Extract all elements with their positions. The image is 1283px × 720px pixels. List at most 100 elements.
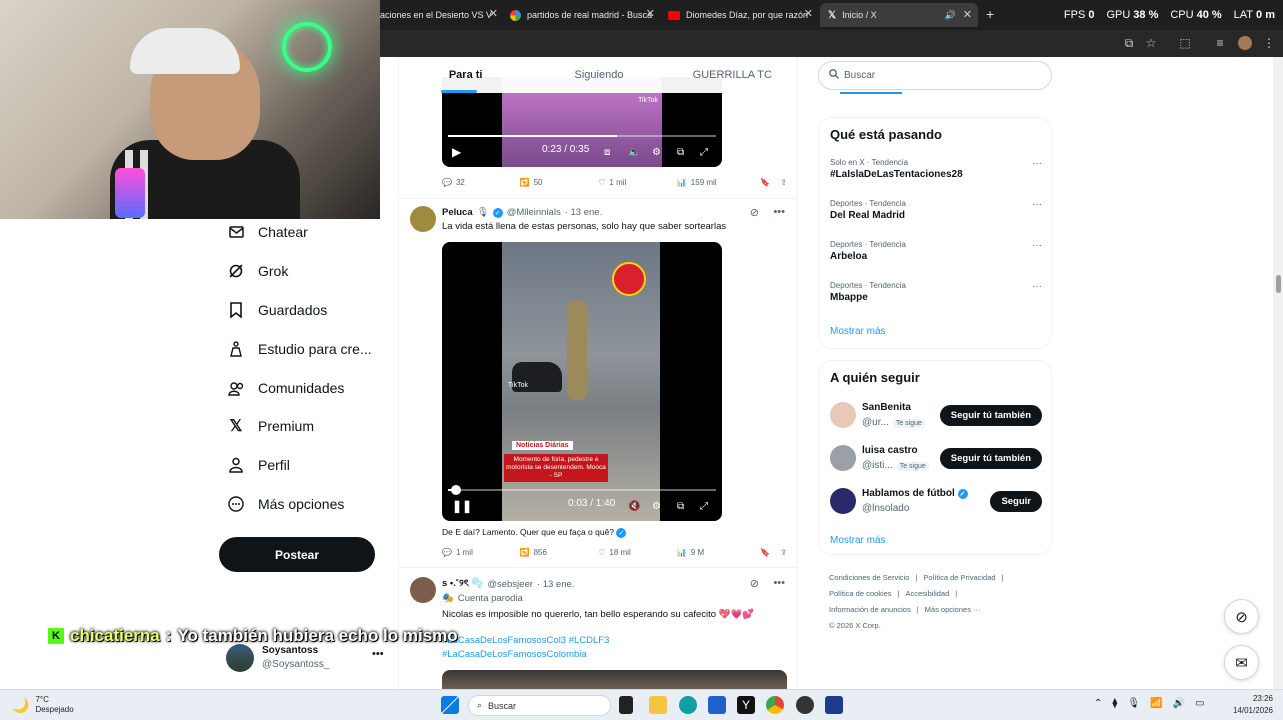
- nav-item-chat[interactable]: Chatear: [228, 224, 308, 240]
- fullscreen-icon[interactable]: ⤢: [700, 147, 708, 158]
- bookmark-button[interactable]: 🔖: [760, 178, 780, 187]
- nav-item-premium[interactable]: 𝕏 Premium: [228, 418, 314, 435]
- avatar[interactable]: [410, 206, 436, 232]
- reading-list-icon[interactable]: ≡: [1213, 36, 1227, 50]
- more-icon[interactable]: ···: [1032, 281, 1042, 292]
- app-icon[interactable]: [825, 696, 843, 714]
- author-name[interactable]: Peluca: [442, 207, 473, 218]
- author-handle[interactable]: @sebsjeer: [487, 579, 533, 590]
- share-button[interactable]: ⇪: [780, 548, 787, 557]
- app-y-icon[interactable]: Y: [737, 696, 755, 714]
- show-more-link[interactable]: Mostrar más: [830, 535, 886, 546]
- tab-island[interactable]: aciones en el Desierto VS V ✕: [380, 6, 498, 24]
- mute-icon[interactable]: 🔇: [628, 501, 640, 512]
- follow-button[interactable]: Seguir: [990, 491, 1042, 512]
- account-switcher[interactable]: Soysantoss @Soysantoss_ •••: [226, 644, 386, 674]
- volume-icon[interactable]: 🔈: [628, 147, 640, 158]
- settings-icon[interactable]: ⚙: [652, 147, 661, 158]
- captions-icon[interactable]: ⧈: [604, 147, 610, 158]
- messages-fab[interactable]: ✉: [1224, 645, 1259, 680]
- taskbar-clock[interactable]: 23:26 14/01/2026: [1233, 693, 1273, 717]
- trend-item[interactable]: Deportes · Tendencia Arbeloa ···: [830, 240, 1042, 262]
- reply-button[interactable]: 💬 1 mil: [442, 548, 520, 557]
- windows-start-icon[interactable]: [441, 696, 459, 714]
- tab-guerrilla-tc[interactable]: GUERRILLA TC: [666, 57, 797, 93]
- share-button[interactable]: ⇪: [780, 178, 787, 187]
- more-icon[interactable]: ···: [1032, 240, 1042, 251]
- follow-button[interactable]: Seguir tú también: [939, 448, 1042, 469]
- settings-icon[interactable]: ⚙: [652, 501, 661, 512]
- more-icon[interactable]: •••: [773, 577, 785, 589]
- close-icon[interactable]: ✕: [646, 7, 655, 20]
- more-icon[interactable]: •••: [773, 206, 785, 218]
- trend-item[interactable]: Deportes · Tendencia Mbappe ···: [830, 281, 1042, 303]
- pause-icon[interactable]: ❚❚: [452, 499, 472, 513]
- follow-button[interactable]: Seguir tú también: [939, 405, 1042, 426]
- like-button[interactable]: ♡ 1 mil: [598, 178, 677, 187]
- tab-google[interactable]: partidos de real madrid - Busca ✕: [510, 6, 655, 24]
- footer-link[interactable]: Política de Privacidad: [923, 573, 995, 582]
- scrollbar-thumb[interactable]: [1276, 275, 1281, 293]
- bookmark-button[interactable]: 🔖: [760, 548, 780, 557]
- footer-link[interactable]: Condiciones de Servicio: [829, 573, 909, 582]
- close-icon[interactable]: ✕: [804, 7, 813, 20]
- hashtags[interactable]: #LaCasaDeLosFamososColombia: [442, 649, 587, 660]
- play-icon[interactable]: ▶: [452, 145, 461, 159]
- close-icon[interactable]: ✕: [963, 8, 972, 21]
- retweet-button[interactable]: 🔁 856: [520, 548, 599, 557]
- caption-link[interactable]: E daí? Lamento. Quer que eu faça o quê?: [455, 527, 614, 537]
- taskbar-search[interactable]: ⌕ Buscar: [468, 695, 611, 716]
- file-explorer-icon[interactable]: [649, 696, 667, 714]
- views-button[interactable]: 📊 9 M: [677, 548, 761, 557]
- follow-suggestion[interactable]: luisa castro @isti... Te sigue Seguir tú …: [830, 444, 1042, 474]
- post-button[interactable]: Postear: [219, 537, 375, 572]
- author-name[interactable]: s •.˚୨ৎ 🫧: [442, 577, 483, 592]
- profile-avatar[interactable]: [1238, 36, 1252, 50]
- star-icon[interactable]: ☆: [1144, 36, 1158, 50]
- store-icon[interactable]: [708, 696, 726, 714]
- nav-item-more[interactable]: Más opciones: [228, 496, 344, 512]
- tab-youtube[interactable]: Diomedes Díaz, por que razón ✕: [668, 6, 813, 24]
- nav-item-bookmarks[interactable]: Guardados: [228, 302, 327, 318]
- footer-link[interactable]: Accesibilidad: [906, 589, 950, 598]
- cast-icon[interactable]: ⧉: [1122, 36, 1136, 50]
- follow-suggestion[interactable]: Hablamos de fútbol ✓ @lnsolado Seguir: [830, 487, 1042, 517]
- fullscreen-icon[interactable]: ⤢: [700, 501, 708, 512]
- views-button[interactable]: 📊 159 mil: [677, 178, 761, 187]
- avatar[interactable]: [410, 577, 436, 603]
- tweet-video[interactable]: TikTok Notícias Diárias Momento de fúria…: [442, 242, 722, 521]
- retweet-button[interactable]: 🔁 50: [520, 178, 599, 187]
- tab-following[interactable]: Siguiendo: [532, 57, 665, 93]
- nav-item-communities[interactable]: Comunidades: [228, 380, 344, 396]
- tab-for-you[interactable]: Para ti: [399, 57, 532, 93]
- footer-link[interactable]: Información de anuncios: [829, 605, 911, 614]
- reply-button[interactable]: 💬 32: [442, 178, 520, 187]
- author-handle[interactable]: @Mlleinnials: [507, 207, 561, 218]
- more-icon[interactable]: ···: [1032, 199, 1042, 210]
- tweet-image[interactable]: [442, 670, 787, 689]
- close-icon[interactable]: ✕: [489, 7, 498, 20]
- obs-icon[interactable]: [796, 696, 814, 714]
- edge-icon[interactable]: [679, 696, 697, 714]
- search-box[interactable]: Buscar: [818, 61, 1052, 90]
- system-tray[interactable]: ⌃ ⧫ 🎙 📶 🔊 ▭: [1094, 698, 1204, 709]
- search-input[interactable]: Buscar: [844, 70, 875, 81]
- footer-link[interactable]: Política de cookies: [829, 589, 892, 598]
- scrollbar[interactable]: [1273, 57, 1283, 689]
- new-tab-button[interactable]: +: [986, 6, 994, 22]
- footer-link[interactable]: Más opciones ···: [925, 605, 981, 614]
- like-button[interactable]: ♡ 18 mil: [598, 548, 677, 557]
- extensions-icon[interactable]: ⬚: [1178, 36, 1192, 50]
- grok-fab[interactable]: ⊘: [1224, 599, 1259, 634]
- pip-icon[interactable]: ⧉: [677, 147, 684, 158]
- hashtags[interactable]: #LaCasaDeLosFamososCol3 #LCDLF3: [442, 635, 609, 646]
- nav-item-profile[interactable]: Perfil: [228, 457, 290, 473]
- menu-icon[interactable]: ⋮: [1262, 36, 1276, 50]
- weather-widget[interactable]: 🌙 7°C Despejado: [12, 695, 74, 715]
- task-view-icon[interactable]: [619, 696, 633, 714]
- follow-suggestion[interactable]: SanBenita @ur... Te sigue Seguir tú tambi…: [830, 401, 1042, 431]
- pip-icon[interactable]: ⧉: [677, 501, 684, 512]
- more-icon[interactable]: ···: [1032, 158, 1042, 169]
- nav-item-grok[interactable]: Grok: [228, 263, 288, 279]
- grok-icon[interactable]: ⊘: [750, 577, 759, 590]
